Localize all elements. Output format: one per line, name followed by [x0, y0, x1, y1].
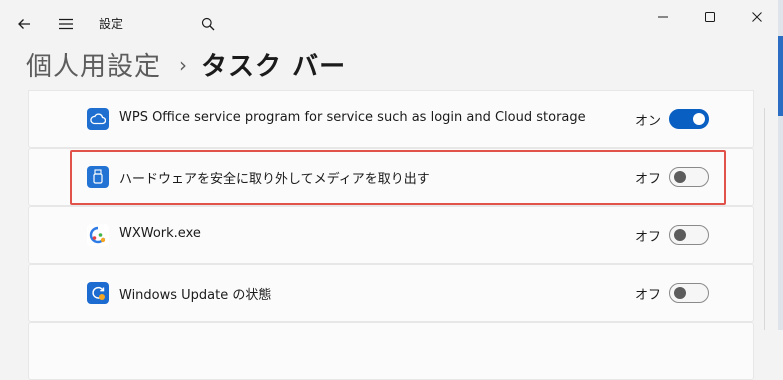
scrollbar-track[interactable]	[764, 108, 765, 330]
list-item-wps-office: WPS Office service program for service s…	[28, 90, 754, 148]
row-label: Windows Update の状態	[119, 288, 272, 303]
minimize-icon[interactable]	[645, 3, 681, 31]
row-label: WXWork.exe	[119, 226, 201, 241]
list-item-windows-update: Windows Update の状態 オフ	[28, 264, 754, 322]
breadcrumb: 個人用設定 › タスク バー	[26, 44, 346, 84]
toggle-state-label: オフ	[635, 288, 662, 303]
close-icon[interactable]	[739, 3, 775, 31]
wps-cloud-icon	[87, 108, 109, 130]
search-icon[interactable]	[195, 10, 221, 38]
breadcrumb-parent-link[interactable]: 個人用設定	[26, 46, 161, 83]
toggle-switch[interactable]	[669, 109, 709, 129]
title-bar: 設定	[0, 0, 783, 46]
toggle-switch[interactable]	[669, 283, 709, 303]
wxwork-icon	[87, 224, 109, 246]
toggle-state-label: オフ	[635, 230, 662, 245]
hamburger-menu-icon[interactable]	[52, 10, 80, 38]
page-title: タスク バー	[201, 51, 347, 82]
list-item-wxwork: WXWork.exe オフ	[28, 206, 754, 264]
toggle-switch[interactable]	[669, 225, 709, 245]
back-arrow-icon[interactable]	[10, 10, 38, 38]
highlight-box	[70, 150, 726, 205]
row-label: WPS Office service program for service s…	[119, 110, 586, 125]
maximize-icon[interactable]	[692, 3, 728, 31]
breadcrumb-separator: ›	[179, 53, 188, 77]
app-title: 設定	[99, 17, 124, 31]
windows-update-icon	[87, 282, 109, 304]
toggle-state-label: オン	[635, 114, 662, 129]
desktop-edge-accent	[778, 36, 783, 116]
list-item-partial	[28, 322, 754, 380]
